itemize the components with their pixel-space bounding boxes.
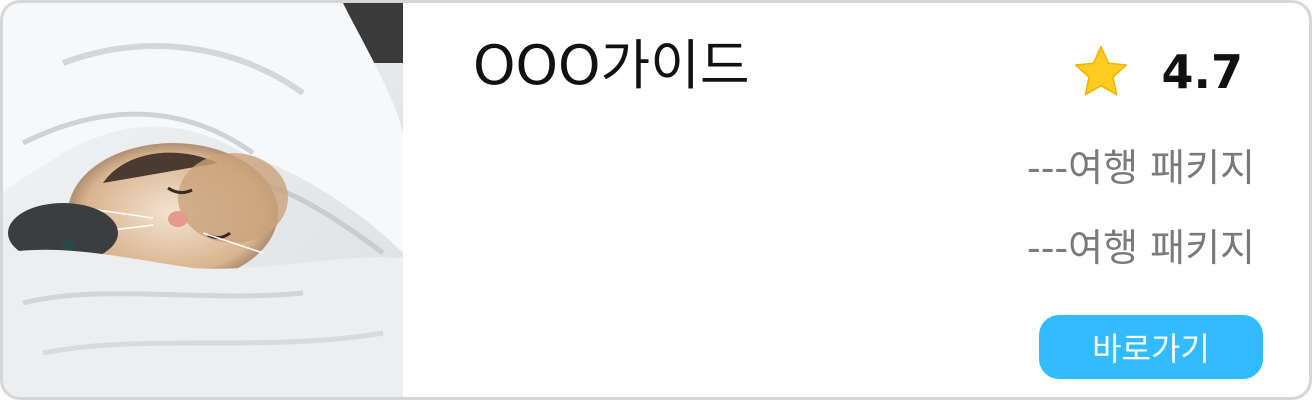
rating-value: 4.7: [1161, 45, 1244, 99]
go-button[interactable]: 바로가기: [1039, 315, 1263, 379]
guide-title: OOO가이드: [473, 34, 750, 97]
package-label: ---여행 패키지: [1026, 146, 1255, 190]
guide-card: OOO가이드 4.7 ---여행 패키지 ---여행 패키지 바로가기: [0, 0, 1312, 400]
rating: 4.7: [1070, 37, 1244, 107]
star-icon: [1074, 45, 1127, 96]
package-label: ---여행 패키지: [1026, 226, 1255, 270]
cat-photo: [3, 3, 403, 397]
